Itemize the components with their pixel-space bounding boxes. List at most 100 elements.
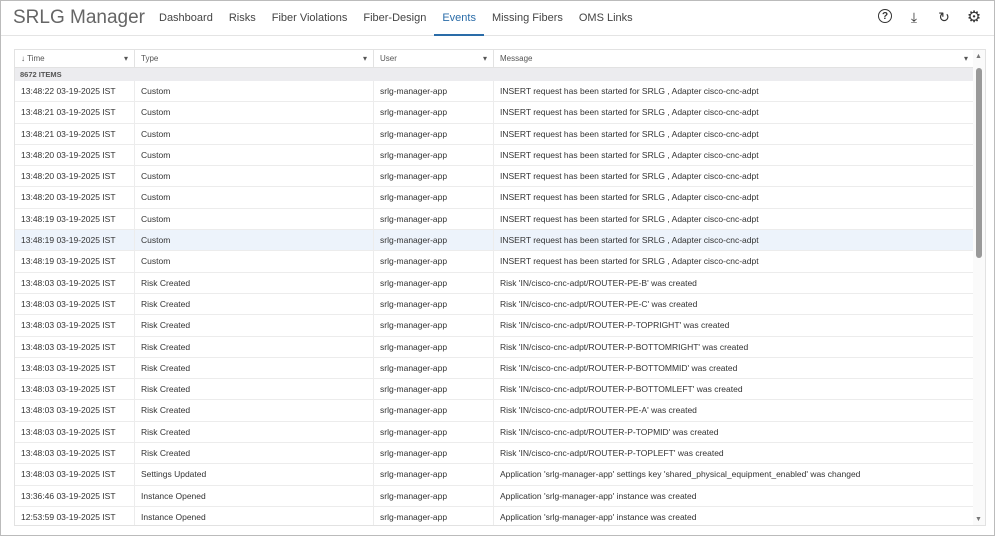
cell-message: Risk 'IN/cisco-cnc-adpt/ROUTER-PE-A' was… [494, 400, 974, 421]
table-row[interactable]: 12:53:59 03-19-2025 IST Instance Opened sr… [15, 506, 974, 525]
settings-icon[interactable]: ⚙ [966, 9, 982, 26]
table-row[interactable]: 13:48:22 03-19-2025 IST Custom srlg-manage… [15, 81, 974, 103]
column-header-time[interactable]: ↓ Time ▾ [15, 50, 135, 67]
cell-time: 13:48:03 03-19-2025 IST [15, 464, 135, 485]
column-menu-icon[interactable]: ▾ [363, 50, 367, 67]
cell-message: INSERT request has been started for SRLG… [494, 208, 974, 230]
column-header-type[interactable]: Type ▾ [135, 50, 374, 67]
table-row[interactable]: 13:48:21 03-19-2025 IST Custom srlg-manage… [15, 123, 974, 145]
table-header: ↓ Time ▾ Type ▾ User ▾ Message ▾ [15, 50, 985, 68]
cell-time: 13:48:21 03-19-2025 IST [15, 123, 135, 144]
sort-desc-icon: ↓ [21, 54, 25, 63]
table-row[interactable]: 13:48:20 03-19-2025 IST Custom srlg-manage… [15, 187, 974, 209]
cell-message: Risk 'IN/cisco-cnc-adpt/ROUTER-PE-B' was… [494, 272, 974, 293]
cell-user: srlg-manager-app [374, 293, 494, 315]
column-label: Message [500, 54, 533, 63]
table-row[interactable]: 13:48:03 03-19-2025 IST Risk Created srlg-… [15, 272, 974, 294]
scroll-up-icon[interactable]: ▲ [975, 53, 982, 60]
table-row[interactable]: 13:48:21 03-19-2025 IST Custom srlg-manage… [15, 102, 974, 124]
cell-user: srlg-manager-app [374, 443, 494, 464]
cell-type: Instance Opened [135, 485, 374, 506]
cell-message: Risk 'IN/cisco-cnc-adpt/ROUTER-P-TOPMID'… [494, 421, 974, 443]
nav-tab-dashboard[interactable]: Dashboard [151, 1, 221, 36]
cell-time: 13:48:20 03-19-2025 IST [15, 144, 135, 166]
column-menu-icon[interactable]: ▾ [483, 50, 487, 67]
cell-message: Risk 'IN/cisco-cnc-adpt/ROUTER-PE-C' was… [494, 293, 974, 315]
column-menu-icon[interactable]: ▾ [124, 50, 128, 67]
cell-user: srlg-manager-app [374, 400, 494, 421]
cell-message: INSERT request has been started for SRLG… [494, 230, 974, 251]
table-row[interactable]: 13:48:03 03-19-2025 IST Risk Created srlg-… [15, 379, 974, 401]
scroll-down-icon[interactable]: ▼ [975, 516, 982, 523]
cell-time: 13:48:20 03-19-2025 IST [15, 166, 135, 187]
main-nav: Dashboard Risks Fiber Violations Fiber-Desi… [151, 1, 641, 36]
cell-user: srlg-manager-app [374, 123, 494, 144]
table-row[interactable]: 13:48:03 03-19-2025 IST Risk Created srlg-… [15, 421, 974, 444]
nav-tab-events[interactable]: Events [434, 1, 484, 36]
table-row[interactable]: 13:48:19 03-19-2025 IST Custom srlg-manage… [15, 230, 974, 252]
table-row[interactable]: 13:48:19 03-19-2025 IST Custom srlg-manage… [15, 251, 974, 273]
cell-message: INSERT request has been started for SRLG… [494, 102, 974, 123]
cell-message: Risk 'IN/cisco-cnc-adpt/ROUTER-P-BOTTOMR… [494, 336, 974, 357]
item-count: 8672 ITEMS [15, 68, 974, 81]
table-row[interactable]: 13:48:03 03-19-2025 IST Settings Updated s… [15, 464, 974, 486]
cell-time: 13:48:19 03-19-2025 IST [15, 230, 135, 251]
vertical-scrollbar[interactable]: ▲ ▼ [973, 50, 985, 525]
cell-time: 13:48:03 03-19-2025 IST [15, 357, 135, 379]
cell-type: Risk Created [135, 357, 374, 379]
scrollbar-thumb[interactable] [976, 68, 982, 258]
app-header: SRLG Manager Dashboard Risks Fiber Violati… [1, 1, 994, 36]
cell-message: Application 'srlg-manager-app' instance … [494, 506, 974, 525]
column-label: Type [141, 54, 159, 63]
table-row[interactable]: 13:48:20 03-19-2025 IST Custom srlg-manage… [15, 166, 974, 188]
cell-time: 13:48:03 03-19-2025 IST [15, 293, 135, 315]
cell-message: INSERT request has been started for SRLG… [494, 187, 974, 208]
cell-time: 13:48:19 03-19-2025 IST [15, 251, 135, 272]
help-icon[interactable]: ? [878, 9, 892, 23]
table-row[interactable]: 13:48:19 03-19-2025 IST Custom srlg-manage… [15, 208, 974, 231]
cell-message: INSERT request has been started for SRLG… [494, 144, 974, 166]
cell-user: srlg-manager-app [374, 464, 494, 485]
cell-time: 13:48:03 03-19-2025 IST [15, 315, 135, 336]
cell-type: Custom [135, 251, 374, 272]
cell-type: Custom [135, 144, 374, 166]
nav-tab-oms-links[interactable]: OMS Links [571, 1, 641, 36]
cell-user: srlg-manager-app [374, 81, 494, 102]
nav-tab-risks[interactable]: Risks [221, 1, 264, 36]
cell-type: Settings Updated [135, 464, 374, 485]
column-header-message[interactable]: Message ▾ [494, 50, 974, 67]
cell-type: Risk Created [135, 272, 374, 293]
cell-time: 13:48:03 03-19-2025 IST [15, 336, 135, 357]
cell-message: Risk 'IN/cisco-cnc-adpt/ROUTER-P-BOTTOML… [494, 379, 974, 400]
table-row[interactable]: 13:48:03 03-19-2025 IST Risk Created srlg-… [15, 400, 974, 422]
cell-message: Risk 'IN/cisco-cnc-adpt/ROUTER-P-TOPLEFT… [494, 443, 974, 464]
cell-time: 13:48:03 03-19-2025 IST [15, 379, 135, 400]
table-row[interactable]: 13:48:03 03-19-2025 IST Risk Created srlg-… [15, 357, 974, 380]
table-row[interactable]: 13:48:03 03-19-2025 IST Risk Created srlg-… [15, 315, 974, 337]
download-icon[interactable]: ⤓ [906, 9, 922, 25]
table-row[interactable]: 13:48:03 03-19-2025 IST Risk Created srlg-… [15, 336, 974, 358]
refresh-icon[interactable]: ↻ [936, 9, 952, 25]
cell-user: srlg-manager-app [374, 336, 494, 357]
cell-time: 13:48:03 03-19-2025 IST [15, 272, 135, 293]
nav-tab-fiber-violations[interactable]: Fiber Violations [264, 1, 356, 36]
cell-time: 12:53:59 03-19-2025 IST [15, 506, 135, 525]
table-body: 13:48:22 03-19-2025 IST Custom srlg-manage… [15, 81, 985, 525]
table-row[interactable]: 13:48:03 03-19-2025 IST Risk Created srlg-… [15, 443, 974, 465]
column-label: User [380, 54, 397, 63]
column-menu-icon[interactable]: ▾ [964, 50, 968, 67]
cell-type: Risk Created [135, 293, 374, 315]
cell-user: srlg-manager-app [374, 379, 494, 400]
nav-tab-missing-fibers[interactable]: Missing Fibers [484, 1, 571, 36]
cell-type: Risk Created [135, 443, 374, 464]
cell-message: Application 'srlg-manager-app' instance … [494, 485, 974, 506]
cell-type: Instance Opened [135, 506, 374, 525]
cell-type: Custom [135, 230, 374, 251]
table-row[interactable]: 13:36:46 03-19-2025 IST Instance Opened sr… [15, 485, 974, 507]
column-header-user[interactable]: User ▾ [374, 50, 494, 67]
table-row[interactable]: 13:48:03 03-19-2025 IST Risk Created srlg-… [15, 293, 974, 316]
nav-tab-fiber-design[interactable]: Fiber-Design [355, 1, 434, 36]
table-row[interactable]: 13:48:20 03-19-2025 IST Custom srlg-manage… [15, 144, 974, 167]
cell-time: 13:48:22 03-19-2025 IST [15, 81, 135, 102]
cell-type: Risk Created [135, 421, 374, 443]
